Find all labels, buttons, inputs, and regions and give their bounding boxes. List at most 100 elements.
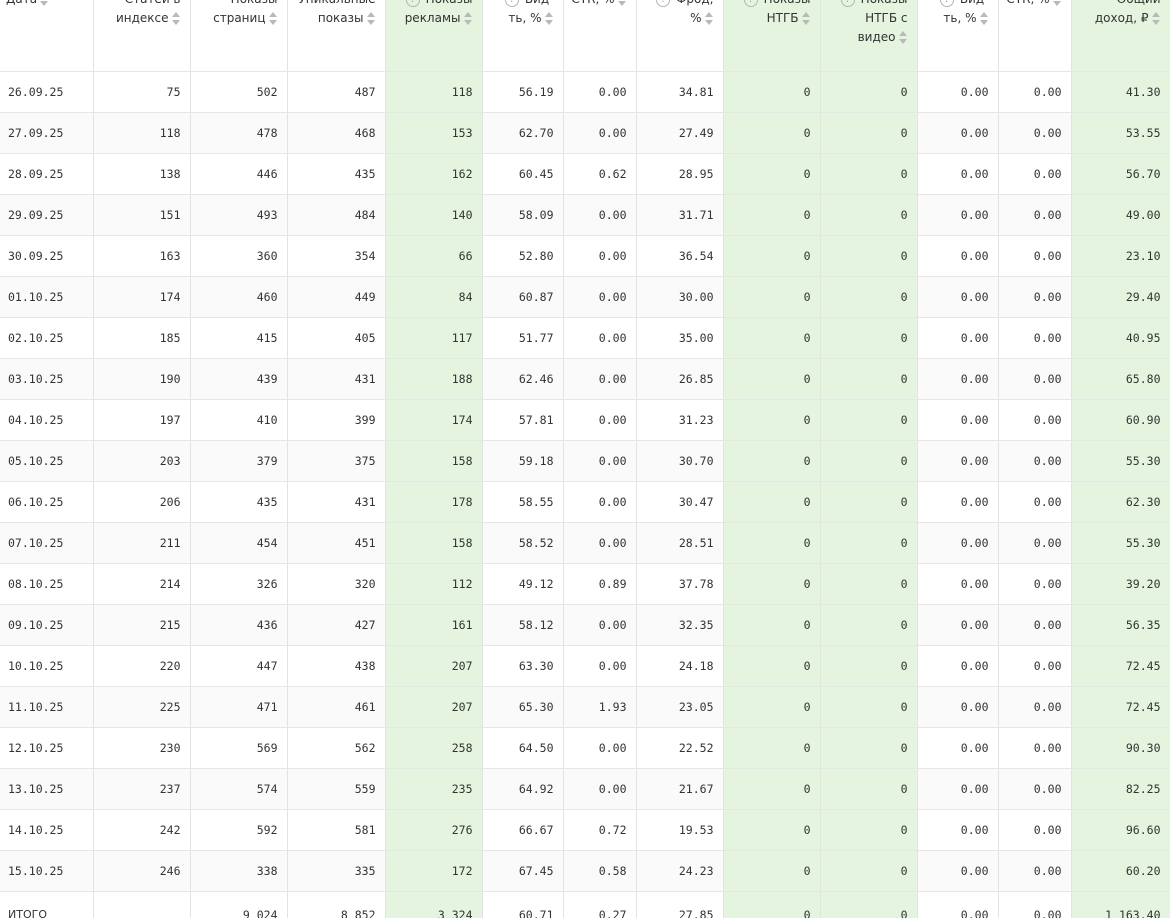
table-cell: 19.53 <box>636 809 724 851</box>
table-cell: 56.19 <box>482 71 564 113</box>
table-cell: 62.70 <box>482 112 564 154</box>
column-header-label: Уникальные показы <box>298 0 375 25</box>
sort-arrows-icon[interactable] <box>704 11 714 27</box>
sort-arrows-icon[interactable] <box>268 11 278 27</box>
sort-arrows-icon[interactable] <box>801 11 811 27</box>
table-row: 11.10.25 225 471 461 207 65.30 1.93 23.05 0 0 0.00… <box>0 686 1170 728</box>
table-cell: 64.50 <box>482 727 564 769</box>
table-cell: 0 <box>723 235 821 277</box>
table-cell: 335 <box>287 850 386 892</box>
help-icon[interactable]: ? <box>504 0 519 7</box>
help-icon[interactable]: ? <box>840 0 855 7</box>
table-cell: 0 <box>820 522 918 564</box>
column-header-10[interactable]: ?Вид-ть, % <box>917 0 999 72</box>
column-header-label: CTR, % <box>1006 0 1049 6</box>
help-icon[interactable]: ? <box>405 0 420 7</box>
column-header-2[interactable]: Показы страниц <box>190 0 288 72</box>
column-header-11[interactable]: CTR, % <box>998 0 1072 72</box>
table-cell: 410 <box>190 399 288 441</box>
sort-arrows-icon[interactable] <box>544 11 554 27</box>
total-cell: 27.85 <box>636 891 724 918</box>
date-cell: 29.09.25 <box>0 194 94 236</box>
sort-arrows-icon[interactable] <box>366 11 376 27</box>
column-header-7[interactable]: ?Фрод, % <box>636 0 724 72</box>
column-header-6[interactable]: CTR, % <box>563 0 637 72</box>
column-header-3[interactable]: Уникальные показы <box>287 0 386 72</box>
sort-arrows-icon[interactable] <box>617 0 627 8</box>
table-cell: 0 <box>820 727 918 769</box>
table-cell: 478 <box>190 112 288 154</box>
table-cell: 66 <box>385 235 483 277</box>
table-cell: 82.25 <box>1071 768 1170 810</box>
table-header-row: Дата Статей в индексеПоказы страниц Уникал… <box>0 0 1170 72</box>
sort-arrows-icon[interactable] <box>40 0 49 8</box>
column-header-8[interactable]: ?Показы НТГБ <box>723 0 821 72</box>
table-cell: 55.30 <box>1071 522 1170 564</box>
table-cell: 0 <box>723 358 821 400</box>
table-cell: 27.49 <box>636 112 724 154</box>
table-cell: 0.00 <box>998 399 1072 441</box>
table-cell: 276 <box>385 809 483 851</box>
table-row: 12.10.25 230 569 562 258 64.50 0.00 22.52 0 0 0.00… <box>0 727 1170 769</box>
sort-arrows-icon[interactable] <box>463 11 473 27</box>
date-cell: 14.10.25 <box>0 809 94 851</box>
table-cell: 0.00 <box>563 71 637 113</box>
table-cell: 66.67 <box>482 809 564 851</box>
table-cell: 0 <box>820 440 918 482</box>
table-cell: 0 <box>820 809 918 851</box>
help-icon[interactable]: ? <box>656 0 671 7</box>
table-cell: 0.00 <box>998 194 1072 236</box>
table-cell: 0.00 <box>563 440 637 482</box>
table-cell: 153 <box>385 112 483 154</box>
column-header-1[interactable]: Статей в индексе <box>93 0 191 72</box>
sort-arrows-icon[interactable] <box>979 11 989 27</box>
table-cell: 190 <box>93 358 191 400</box>
table-cell: 1.93 <box>563 686 637 728</box>
table-cell: 0 <box>723 440 821 482</box>
table-cell: 0.58 <box>563 850 637 892</box>
table-cell: 0 <box>723 850 821 892</box>
table-cell: 0.00 <box>917 727 999 769</box>
table-cell: 58.52 <box>482 522 564 564</box>
table-cell: 0.00 <box>563 481 637 523</box>
table-cell: 427 <box>287 604 386 646</box>
sort-arrows-icon[interactable] <box>898 30 908 46</box>
table-cell: 436 <box>190 604 288 646</box>
column-header-0[interactable]: Дата <box>0 0 94 72</box>
table-cell: 84 <box>385 276 483 318</box>
table-cell: 140 <box>385 194 483 236</box>
table-row: 02.10.25 185 415 405 117 51.77 0.00 35.00 0 0 0.00… <box>0 317 1170 359</box>
table-cell: 178 <box>385 481 483 523</box>
sort-arrows-icon[interactable] <box>171 11 181 27</box>
sort-arrows-icon[interactable] <box>1052 0 1062 8</box>
table-cell: 0.00 <box>998 440 1072 482</box>
table-cell: 338 <box>190 850 288 892</box>
table-cell: 0.00 <box>563 358 637 400</box>
total-cell: 0.00 <box>998 891 1072 918</box>
table-cell: 56.35 <box>1071 604 1170 646</box>
table-row: 28.09.25 138 446 435 162 60.45 0.62 28.95 0 0 0.00… <box>0 153 1170 195</box>
total-cell: 60.71 <box>482 891 564 918</box>
date-cell: 06.10.25 <box>0 481 94 523</box>
help-icon[interactable]: ? <box>939 0 954 7</box>
table-cell: 435 <box>190 481 288 523</box>
table-cell: 438 <box>287 645 386 687</box>
table-cell: 75 <box>93 71 191 113</box>
sort-arrows-icon[interactable] <box>1151 11 1161 27</box>
table-cell: 354 <box>287 235 386 277</box>
table-cell: 72.45 <box>1071 686 1170 728</box>
column-header-9[interactable]: ?Показы НТГБ с видео <box>820 0 918 72</box>
column-header-4[interactable]: ?Показы рекламы <box>385 0 483 72</box>
table-cell: 484 <box>287 194 386 236</box>
column-header-12[interactable]: Общий доход, ₽ <box>1071 0 1170 72</box>
help-icon[interactable]: ? <box>743 0 758 7</box>
table-cell: 60.90 <box>1071 399 1170 441</box>
table-cell: 0 <box>723 317 821 359</box>
table-cell: 502 <box>190 71 288 113</box>
column-header-5[interactable]: ?Вид-ть, % <box>482 0 564 72</box>
table-cell: 0.00 <box>563 522 637 564</box>
table-cell: 63.30 <box>482 645 564 687</box>
table-cell: 0 <box>723 563 821 605</box>
table-cell: 158 <box>385 440 483 482</box>
table-cell: 225 <box>93 686 191 728</box>
